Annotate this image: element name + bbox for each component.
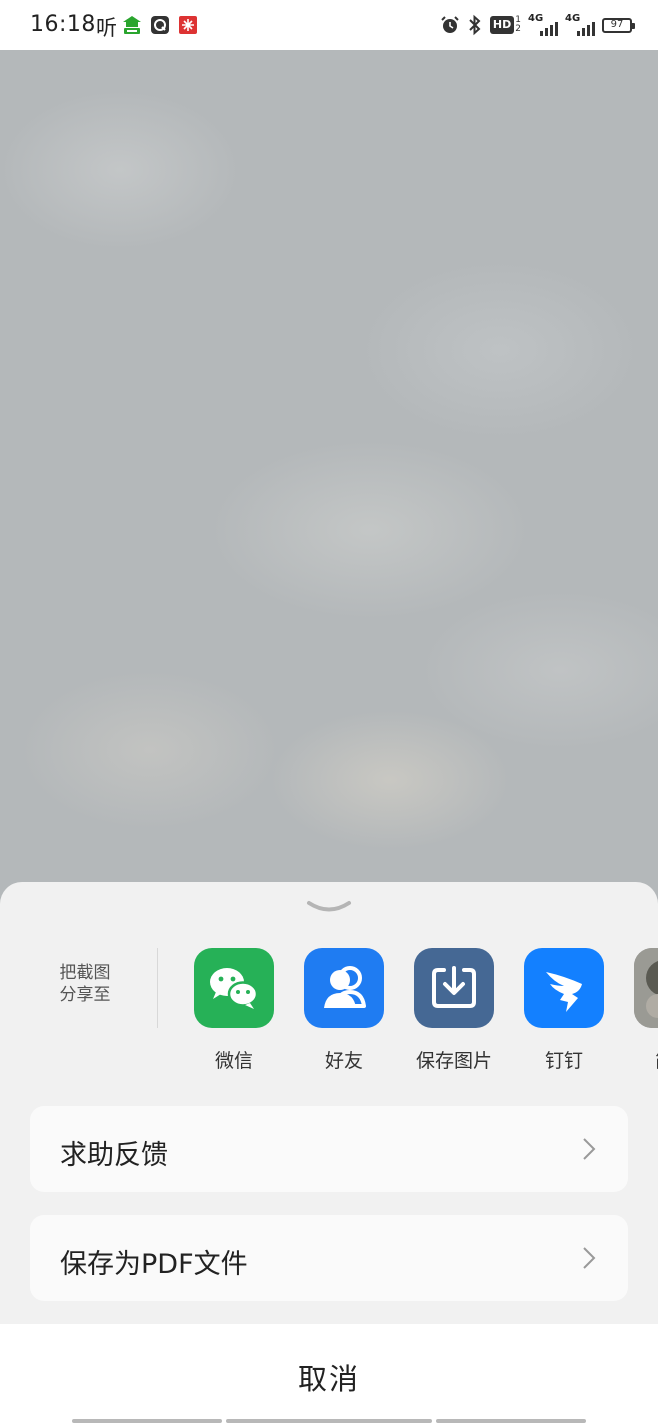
signal-bars-icon bbox=[577, 22, 595, 36]
battery-icon: 97 bbox=[602, 17, 635, 33]
chevron-right-icon bbox=[583, 1247, 596, 1269]
share-app-friends[interactable]: 好友 bbox=[289, 948, 399, 1073]
status-bar: 16:18 听 HD 1 2 4G 4G 97 bbox=[0, 0, 658, 50]
cancel-label: 取消 bbox=[297, 1362, 360, 1396]
share-app-more[interactable]: 简单 bbox=[619, 948, 658, 1073]
share-app-name: 微信 bbox=[214, 1050, 253, 1072]
status-indicators: HD 1 2 4G 4G 97 bbox=[440, 13, 635, 37]
save-as-pdf-button[interactable]: 保存为PDF文件 bbox=[30, 1215, 628, 1301]
signal-bars-icon bbox=[540, 22, 558, 36]
collapse-chevron-icon[interactable] bbox=[306, 900, 352, 914]
chevron-right-icon bbox=[583, 1138, 596, 1160]
news-notification-icon bbox=[179, 16, 197, 34]
share-to-label: 把截图 分享至 bbox=[59, 963, 111, 1005]
share-app-dingtalk[interactable]: 钉钉 bbox=[509, 948, 619, 1073]
share-app-list[interactable]: 微信 好友 保存图片 钉钉 bbox=[180, 948, 658, 1078]
share-app-wechat[interactable]: 微信 bbox=[180, 948, 289, 1073]
dingtalk-icon bbox=[524, 948, 604, 1028]
hd-voice-indicator: HD 1 2 bbox=[489, 16, 521, 34]
share-app-name: 保存图片 bbox=[415, 1050, 492, 1072]
help-feedback-button[interactable]: 求助反馈 bbox=[30, 1106, 628, 1192]
friends-icon bbox=[304, 948, 384, 1028]
divider bbox=[157, 948, 158, 1028]
signal-sim1: 4G bbox=[528, 13, 558, 36]
hd-badge: HD bbox=[489, 16, 515, 34]
share-sheet: 把截图 分享至 微信 好友 保存图片 钉钉 求助反馈 保存为PDF文件 取消 bbox=[0, 882, 658, 1426]
option-label: 保存为PDF文件 bbox=[60, 1249, 248, 1280]
alarm-icon bbox=[441, 16, 459, 33]
status-time: 16:18 bbox=[30, 12, 96, 37]
app-thumbnail-icon bbox=[634, 948, 658, 1028]
share-app-name: 简单 bbox=[619, 1046, 658, 1073]
share-app-name: 好友 bbox=[324, 1050, 363, 1072]
wechat-icon bbox=[194, 948, 274, 1028]
message-notification-icon bbox=[151, 16, 169, 34]
network-type-label: 4G bbox=[565, 13, 581, 24]
signal-sim2: 4G bbox=[565, 13, 595, 36]
navigation-bar bbox=[72, 1419, 586, 1424]
cancel-button[interactable]: 取消 bbox=[0, 1324, 658, 1426]
listen-indicator: 听 bbox=[96, 16, 117, 40]
share-app-save-image[interactable]: 保存图片 bbox=[399, 948, 509, 1073]
network-type-label: 4G bbox=[528, 13, 544, 24]
screenshot-backdrop[interactable] bbox=[0, 50, 658, 890]
save-image-icon bbox=[414, 948, 494, 1028]
option-label: 求助反馈 bbox=[60, 1140, 168, 1171]
bluetooth-icon bbox=[469, 14, 481, 36]
battery-level: 97 bbox=[610, 19, 624, 30]
app-notification-icon bbox=[123, 16, 141, 34]
share-app-name: 钉钉 bbox=[544, 1050, 583, 1072]
hd-slot-bottom: 2 bbox=[515, 24, 521, 34]
